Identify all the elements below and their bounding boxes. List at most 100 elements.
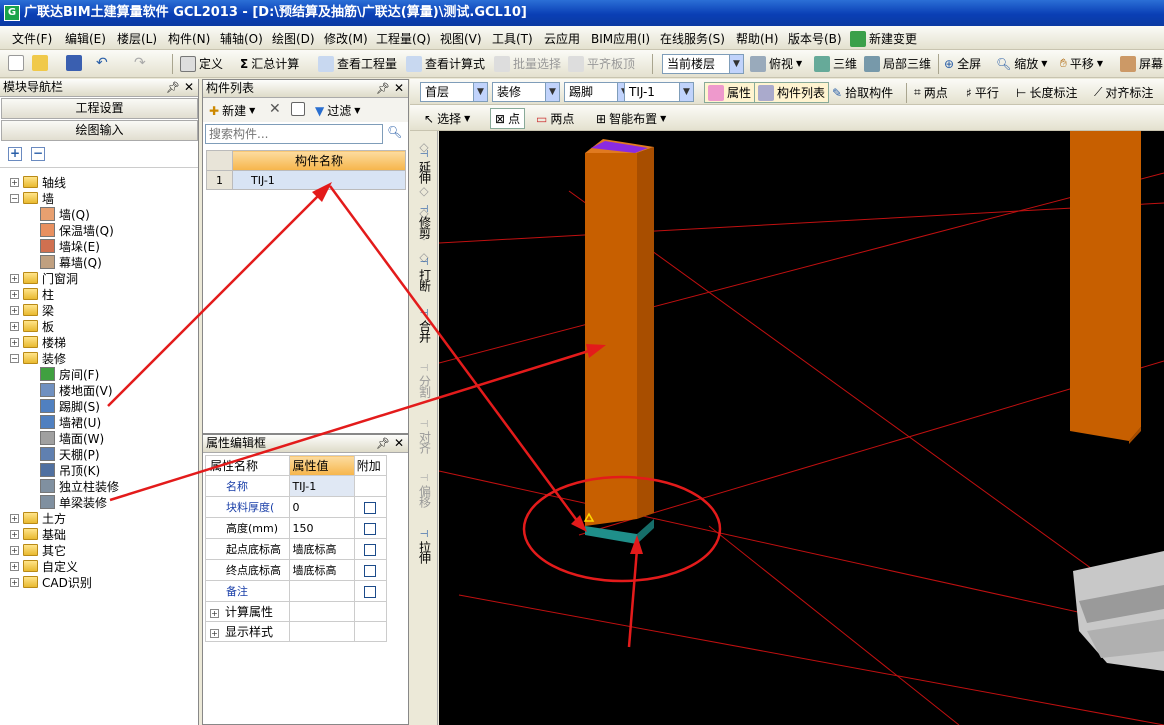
3d-view[interactable]	[439, 131, 1164, 725]
slab-object[interactable]	[1073, 551, 1164, 671]
three-d-button[interactable]: 三维	[814, 55, 857, 72]
edit-tool-0[interactable]: ⊣ 延伸	[416, 148, 432, 183]
tree-folder[interactable]: + 梁	[10, 302, 54, 318]
sum-calc-button[interactable]: Σ 汇总计算	[240, 55, 299, 72]
prop-value[interactable]	[289, 580, 355, 602]
pick-component-button[interactable]: ✎ 拾取构件	[832, 84, 893, 101]
expand-all-icon[interactable]: +	[8, 147, 22, 161]
menu-view[interactable]: 视图(V)	[440, 30, 482, 47]
define-button[interactable]: 定义	[180, 55, 223, 72]
expand-icon[interactable]: +	[10, 289, 19, 299]
prop-value[interactable]: 0	[289, 496, 355, 518]
menu-edit[interactable]: 编辑(E)	[65, 30, 106, 47]
property-group-row[interactable]: + 计算属性	[204, 601, 388, 622]
view-formula-button[interactable]: 查看计算式	[406, 55, 485, 72]
menu-bim[interactable]: BIM应用(I)	[591, 30, 650, 47]
new-change-button[interactable]: 新建变更	[850, 30, 917, 47]
delete-icon[interactable]: ✕	[269, 101, 281, 117]
extra-checkbox[interactable]	[364, 543, 377, 556]
tree-item[interactable]: 墙(Q)	[40, 206, 90, 222]
floor-select[interactable]: 首层 ▼	[420, 82, 488, 102]
tree-folder[interactable]: + 板	[10, 318, 54, 334]
collapse-icon[interactable]: −	[10, 193, 19, 203]
extra-checkbox[interactable]	[364, 564, 377, 577]
tree-folder[interactable]: + 其它	[10, 542, 66, 558]
view-quantity-button[interactable]: 查看工程量	[318, 55, 397, 72]
tree-folder[interactable]: + 门窗洞	[10, 270, 78, 286]
edit-tool-5[interactable]: ⊣ 对齐	[416, 418, 432, 453]
undo-button[interactable]: ↶	[96, 55, 108, 71]
tree-item[interactable]: 保温墙(Q)	[40, 222, 114, 238]
tree-item[interactable]: 墙面(W)	[40, 430, 104, 446]
menu-modify[interactable]: 修改(M)	[324, 30, 368, 47]
menu-version[interactable]: 版本号(B)	[788, 30, 842, 47]
expand-icon[interactable]: +	[10, 273, 19, 283]
batch-select-button[interactable]: 批量选择	[494, 55, 561, 72]
prop-value[interactable]: TIJ-1	[289, 475, 355, 497]
properties-button[interactable]: 属性	[704, 82, 756, 103]
type-select[interactable]: 踢脚▼	[564, 82, 632, 102]
smart-place-button[interactable]: ⊞ 智能布置 ▼	[596, 110, 666, 127]
menu-online[interactable]: 在线服务(S)	[660, 30, 725, 47]
pin-icon[interactable]: 📌︎	[166, 79, 180, 96]
pin-icon[interactable]: 📌︎	[376, 435, 390, 452]
tree-item[interactable]: 天棚(P)	[40, 446, 100, 462]
table-row[interactable]: 1 TIJ-1	[206, 170, 406, 190]
close-icon[interactable]: ✕	[184, 79, 194, 96]
tree-folder[interactable]: + 楼梯	[10, 334, 66, 350]
property-group[interactable]: + 显示样式	[204, 621, 291, 642]
menu-quantity[interactable]: 工程量(Q)	[376, 30, 431, 47]
tree-folder[interactable]: − 装修	[10, 350, 66, 366]
project-settings-button[interactable]: 工程设置	[1, 98, 198, 119]
tree-item[interactable]: 幕墙(Q)	[40, 254, 102, 270]
category-select[interactable]: 装修 ▼	[492, 82, 560, 102]
two-point-dim-button[interactable]: ⌗ 两点	[914, 84, 948, 101]
property-group-row[interactable]: + 显示样式	[204, 621, 388, 642]
close-icon[interactable]: ✕	[394, 80, 404, 97]
menu-cloud[interactable]: 云应用	[544, 30, 580, 47]
property-group[interactable]: + 计算属性	[204, 601, 291, 622]
menu-tools[interactable]: 工具(T)	[492, 30, 533, 47]
edit-tool-2[interactable]: ⊣ 打断	[416, 256, 432, 291]
search-icon[interactable]: 🔍︎	[387, 125, 402, 139]
edit-tool-6[interactable]: ⊣ 偏移	[416, 472, 432, 507]
redo-button[interactable]: ↷	[134, 55, 146, 71]
zoom-button[interactable]: 🔍︎ 缩放 ▼	[996, 55, 1047, 72]
filter-button[interactable]: ▼ 过滤 ▼	[315, 102, 360, 119]
edit-tool-icon[interactable]: ◇	[416, 185, 432, 198]
pan-button[interactable]: ✋︎ 平移 ▼	[1060, 55, 1103, 72]
tree-item[interactable]: 吊顶(K)	[40, 462, 100, 478]
column-far[interactable]	[1070, 131, 1141, 444]
align-dim-button[interactable]: ⟋ 对齐标注	[1094, 84, 1153, 101]
tree-item[interactable]: 房间(F)	[40, 366, 99, 382]
pin-icon[interactable]: 📌︎	[376, 80, 390, 97]
component-select[interactable]: TIJ-1 ▼	[624, 82, 694, 102]
extra-checkbox[interactable]	[364, 522, 377, 535]
tree-folder[interactable]: + 柱	[10, 286, 54, 302]
menu-file[interactable]: 文件(F)	[12, 30, 52, 47]
expand-icon[interactable]: +	[10, 337, 19, 347]
expand-icon[interactable]: +	[10, 305, 19, 315]
screen-rotate-button[interactable]: 屏幕	[1120, 55, 1163, 72]
expand-icon[interactable]: +	[10, 577, 19, 587]
tree-item[interactable]: 楼地面(V)	[40, 382, 113, 398]
drawing-canvas[interactable]	[439, 131, 1164, 725]
menu-help[interactable]: 帮助(H)	[736, 30, 778, 47]
property-row[interactable]: 名称 TIJ-1	[204, 475, 388, 497]
tree-item[interactable]: 单梁装修	[40, 494, 107, 510]
menu-aux-axis[interactable]: 辅轴(O)	[220, 30, 263, 47]
parallel-button[interactable]: ♯ 平行	[966, 84, 999, 101]
column-near[interactable]	[585, 139, 654, 526]
open-file-button[interactable]	[32, 55, 48, 71]
tree-folder[interactable]: + 基础	[10, 526, 66, 542]
expand-icon[interactable]: +	[10, 321, 19, 331]
edit-tool-7[interactable]: ⊣ 拉伸	[416, 528, 432, 563]
fullscreen-button[interactable]: ⊕ 全屏	[944, 55, 981, 72]
collapse-icon[interactable]: −	[10, 353, 19, 363]
prop-value[interactable]: 墙底标高	[289, 538, 355, 560]
close-icon[interactable]: ✕	[394, 435, 404, 452]
comp-name-cell[interactable]: TIJ-1	[232, 170, 406, 190]
tree-folder[interactable]: + 土方	[10, 510, 66, 526]
expand-icon[interactable]: +	[210, 609, 219, 618]
tree-item[interactable]: 独立柱装修	[40, 478, 119, 494]
